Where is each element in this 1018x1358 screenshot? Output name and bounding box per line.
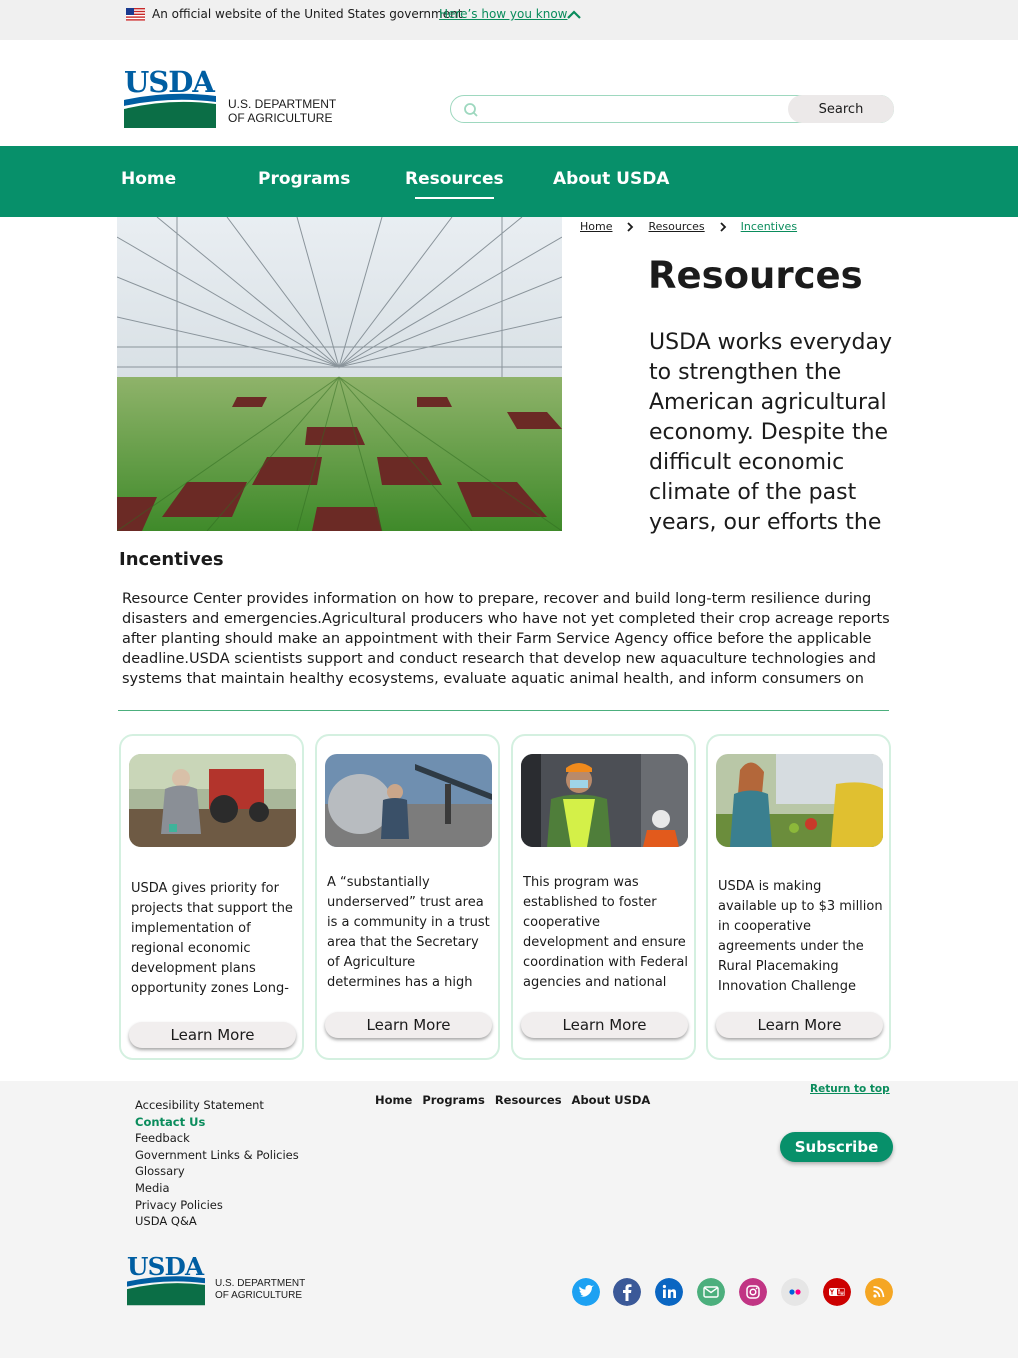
usda-logo-lettering: USDA <box>127 1252 205 1281</box>
chevron-right-icon <box>627 221 634 232</box>
learn-more-button[interactable]: Learn More <box>521 1012 688 1038</box>
card-2: A “substantially underserved” trust area… <box>315 734 500 1060</box>
farmer-with-tractor-image <box>129 754 296 847</box>
nav-programs[interactable]: Programs <box>258 169 350 189</box>
chevron-right-icon <box>720 221 726 232</box>
card-text: This program was established to foster c… <box>523 875 688 990</box>
footer-links: Accesibility Statement Contact Us Feedba… <box>135 1097 299 1230</box>
footer-link-media[interactable]: Media <box>135 1180 299 1197</box>
footer-link-qa[interactable]: USDA Q&A <box>135 1213 299 1230</box>
email-icon[interactable] <box>697 1278 725 1306</box>
usda-logo-icon: USDA <box>127 1252 206 1306</box>
dept-line-1: U.S. DEPARTMENT <box>228 97 337 111</box>
footer-link-glossary[interactable]: Glossary <box>135 1163 299 1180</box>
breadcrumb-home[interactable]: Home <box>580 220 612 233</box>
footer-nav-home[interactable]: Home <box>375 1093 412 1107</box>
youtube-icon[interactable] <box>823 1278 851 1306</box>
breadcrumb: Home Resources Incentives <box>580 220 797 233</box>
subscribe-button[interactable]: Subscribe <box>780 1132 893 1162</box>
rss-icon[interactable] <box>865 1278 893 1306</box>
card-text: USDA gives priority for projects that su… <box>131 881 293 996</box>
card-text: USDA is making available up to $3 millio… <box>718 879 883 994</box>
footer-department-name: U.S. DEPARTMENT OF AGRICULTURE <box>215 1278 305 1302</box>
main-nav: Home Programs Resources About USDA <box>0 146 1018 217</box>
heres-how-you-know-link[interactable]: Here’s how you know <box>439 7 568 21</box>
section-title: Incentives <box>119 549 224 570</box>
site-footer: Accesibility Statement Contact Us Feedba… <box>0 1081 1018 1358</box>
search-box: Search <box>450 95 894 123</box>
footer-link-government-links[interactable]: Government Links & Policies <box>135 1147 299 1164</box>
worker-safety-vest-image <box>521 754 688 847</box>
site-header: USDA U.S. DEPARTMENT OF AGRICULTURE Sear… <box>0 40 1018 146</box>
department-name: U.S. DEPARTMENT OF AGRICULTURE <box>228 97 336 125</box>
breadcrumb-incentives[interactable]: Incentives <box>741 220 797 233</box>
usda-logo-icon: USDA <box>124 65 216 128</box>
nav-home[interactable]: Home <box>121 169 176 189</box>
us-flag-icon <box>126 8 145 21</box>
nav-resources[interactable]: Resources <box>405 169 504 199</box>
learn-more-button[interactable]: Learn More <box>129 1022 296 1048</box>
learn-more-button[interactable]: Learn More <box>716 1012 883 1038</box>
card-3: This program was established to foster c… <box>511 734 696 1060</box>
worker-industrial-image <box>325 754 492 847</box>
page-title: Resources <box>648 254 863 297</box>
footer-nav: Home Programs Resources About USDA <box>375 1093 650 1107</box>
flickr-icon[interactable] <box>781 1278 809 1306</box>
learn-more-button[interactable]: Learn More <box>325 1012 492 1038</box>
footer-link-accessibility[interactable]: Accesibility Statement <box>135 1097 299 1114</box>
greenhouse-hero-image <box>117 217 562 531</box>
footer-link-contact-us[interactable]: Contact Us <box>135 1114 299 1131</box>
page-intro: USDA works everyday to strengthen the Am… <box>649 330 892 535</box>
card-1: USDA gives priority for projects that su… <box>119 734 304 1060</box>
linkedin-icon[interactable] <box>655 1278 683 1306</box>
return-to-top-link[interactable]: Return to top <box>810 1083 890 1095</box>
breadcrumb-resources[interactable]: Resources <box>648 220 704 233</box>
footer-link-feedback[interactable]: Feedback <box>135 1130 299 1147</box>
footer-nav-resources[interactable]: Resources <box>495 1093 562 1107</box>
nav-about-usda[interactable]: About USDA <box>553 169 669 189</box>
footer-usda-logo[interactable]: USDA <box>127 1252 206 1306</box>
section-divider <box>118 710 889 711</box>
farmers-market-image <box>716 754 883 847</box>
chevron-up-icon[interactable] <box>566 8 582 22</box>
card-4: USDA is making available up to $3 millio… <box>706 734 891 1060</box>
card-text: A “substantially underserved” trust area… <box>327 875 490 990</box>
search-icon <box>464 103 478 117</box>
gov-banner: An official website of the United States… <box>0 0 1018 40</box>
footer-dept-line-2: OF AGRICULTURE <box>215 1290 303 1301</box>
footer-link-privacy[interactable]: Privacy Policies <box>135 1197 299 1214</box>
instagram-icon[interactable] <box>739 1278 767 1306</box>
footer-nav-about-usda[interactable]: About USDA <box>572 1093 651 1107</box>
footer-nav-programs[interactable]: Programs <box>422 1093 485 1107</box>
section-body: Resource Center provides information on … <box>122 591 890 687</box>
footer-dept-line-1: U.S. DEPARTMENT <box>215 1278 306 1289</box>
search-button[interactable]: Search <box>788 95 894 123</box>
search-input[interactable] <box>485 99 785 119</box>
facebook-icon[interactable] <box>613 1278 641 1306</box>
twitter-icon[interactable] <box>572 1278 600 1306</box>
usda-logo[interactable]: USDA <box>124 65 216 128</box>
dept-line-2: OF AGRICULTURE <box>228 111 333 125</box>
gov-banner-text: An official website of the United States… <box>152 7 463 21</box>
